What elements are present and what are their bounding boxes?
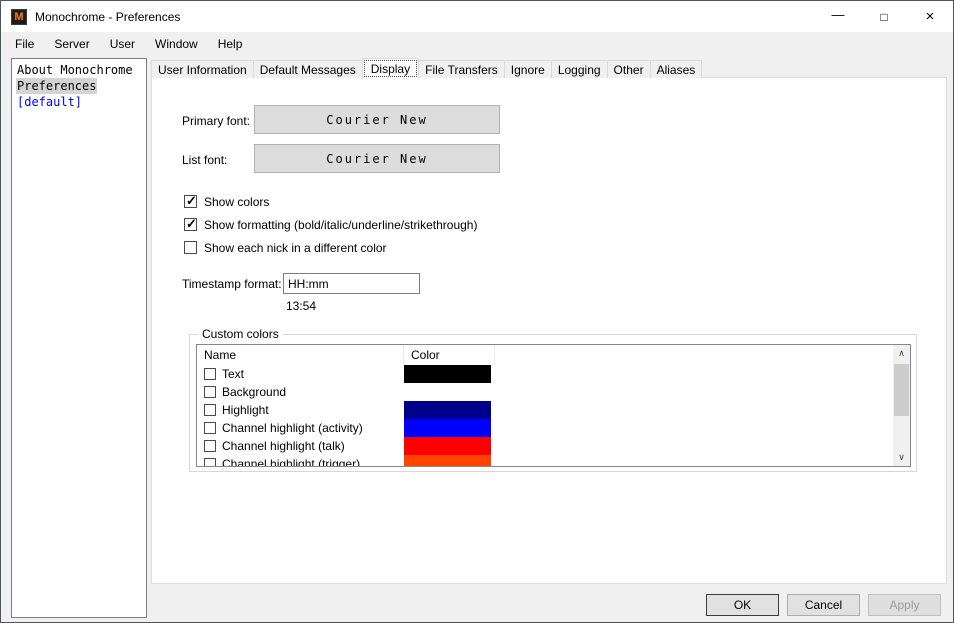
show-colors-checkbox[interactable]	[184, 193, 198, 209]
color-row-name: Channel highlight (trigger)	[222, 457, 361, 467]
sidebar-item-default[interactable]: [default]	[12, 94, 146, 110]
menu-user[interactable]: User	[100, 34, 145, 54]
color-row-name: Background	[222, 385, 287, 399]
color-row-name: Text	[222, 367, 245, 381]
column-header-color[interactable]: Color	[404, 345, 495, 365]
display-tab-panel: Primary font: Courier New List font: Cou…	[151, 77, 947, 584]
column-header-name[interactable]: Name	[197, 345, 404, 365]
color-swatch[interactable]	[404, 383, 491, 401]
sidebar-item-about[interactable]: About Monochrome	[12, 62, 146, 78]
tab-default-messages[interactable]: Default Messages	[252, 60, 363, 78]
minimize-icon: —	[831, 7, 845, 22]
color-row-channel-trigger[interactable]: Channel highlight (trigger)	[197, 455, 910, 467]
row-checkbox[interactable]	[204, 368, 216, 380]
nick-color-label: Show each nick in a different color	[204, 240, 387, 255]
main-area: User Information Default Messages Displa…	[151, 58, 947, 584]
tab-aliases[interactable]: Aliases	[649, 60, 703, 78]
preferences-window: Monochrome - Preferences — □ × File Serv…	[0, 0, 954, 623]
primary-font-label: Primary font:	[182, 114, 251, 128]
menu-server[interactable]: Server	[44, 34, 99, 54]
sidebar-list: About Monochrome Preferences [default]	[11, 58, 147, 618]
sidebar-item-preferences[interactable]: Preferences	[12, 78, 146, 94]
scroll-up-icon[interactable]: ∧	[893, 345, 910, 362]
list-font-button[interactable]: Courier New	[254, 144, 500, 173]
titlebar: Monochrome - Preferences — □ ×	[1, 1, 953, 32]
timestamp-format-label: Timestamp format:	[182, 277, 282, 291]
color-row-name: Channel highlight (activity)	[222, 421, 363, 435]
nick-color-checkbox-row[interactable]: Show each nick in a different color	[184, 240, 387, 255]
row-checkbox[interactable]	[204, 440, 216, 452]
window-controls: — □ ×	[815, 1, 953, 32]
sidebar-item-label: About Monochrome	[17, 63, 133, 77]
vertical-scrollbar[interactable]: ∧ ∨	[893, 345, 910, 466]
apply-button: Apply	[868, 594, 941, 616]
app-icon	[11, 8, 27, 25]
close-icon: ×	[925, 8, 935, 25]
ok-button[interactable]: OK	[706, 594, 779, 616]
timestamp-format-input[interactable]	[283, 273, 420, 294]
color-row-highlight[interactable]: Highlight	[197, 401, 910, 419]
nick-color-checkbox[interactable]	[184, 241, 197, 254]
color-swatch[interactable]	[404, 365, 491, 383]
tab-other[interactable]: Other	[606, 60, 651, 78]
sidebar-item-label: Preferences	[16, 78, 98, 94]
custom-colors-group-label: Custom colors	[198, 327, 283, 341]
close-button[interactable]: ×	[907, 1, 953, 32]
color-swatch[interactable]	[404, 401, 491, 419]
timestamp-preview: 13:54	[286, 299, 317, 313]
color-row-text[interactable]: Text	[197, 365, 910, 383]
menu-window[interactable]: Window	[145, 34, 208, 54]
show-colors-checkbox-row[interactable]: Show colors	[184, 193, 270, 209]
scroll-down-icon[interactable]: ∨	[893, 449, 910, 466]
color-row-background[interactable]: Background	[197, 383, 910, 401]
color-swatch[interactable]	[404, 419, 491, 437]
row-checkbox[interactable]	[204, 422, 216, 434]
custom-colors-groupbox: Custom colors Name Color Text Background	[189, 327, 917, 472]
row-checkbox[interactable]	[204, 458, 216, 466]
custom-colors-list: Name Color Text Background Highlight Cha…	[196, 344, 911, 467]
color-row-name: Channel highlight (talk)	[222, 439, 345, 453]
color-row-name: Highlight	[222, 403, 269, 417]
list-header: Name Color	[197, 345, 910, 365]
row-checkbox[interactable]	[204, 404, 216, 416]
maximize-button[interactable]: □	[861, 1, 907, 32]
menubar: File Server User Window Help	[1, 32, 953, 56]
color-swatch[interactable]	[404, 437, 491, 455]
show-formatting-checkbox-row[interactable]: Show formatting (bold/italic/underline/s…	[184, 216, 478, 232]
tab-file-transfers[interactable]: File Transfers	[418, 60, 505, 78]
maximize-icon: □	[880, 9, 888, 24]
tab-logging[interactable]: Logging	[550, 60, 608, 78]
scrollbar-thumb[interactable]	[894, 364, 909, 416]
minimize-button[interactable]: —	[815, 1, 861, 32]
tab-strip: User Information Default Messages Displa…	[151, 58, 947, 79]
row-checkbox[interactable]	[204, 386, 216, 398]
color-row-channel-talk[interactable]: Channel highlight (talk)	[197, 437, 910, 455]
menu-file[interactable]: File	[5, 34, 44, 54]
tab-display[interactable]: Display	[361, 58, 420, 79]
color-row-channel-activity[interactable]: Channel highlight (activity)	[197, 419, 910, 437]
cancel-button[interactable]: Cancel	[787, 594, 860, 616]
show-formatting-label: Show formatting (bold/italic/underline/s…	[204, 217, 478, 232]
show-formatting-checkbox[interactable]	[184, 216, 198, 232]
tab-user-information[interactable]: User Information	[151, 60, 254, 78]
list-font-label: List font:	[182, 153, 228, 167]
window-title: Monochrome - Preferences	[35, 9, 181, 24]
primary-font-button[interactable]: Courier New	[254, 105, 500, 134]
sidebar-item-label: [default]	[17, 95, 83, 109]
color-swatch[interactable]	[404, 455, 491, 466]
tab-ignore[interactable]: Ignore	[503, 60, 552, 78]
show-colors-label: Show colors	[204, 194, 270, 209]
menu-help[interactable]: Help	[208, 34, 253, 54]
